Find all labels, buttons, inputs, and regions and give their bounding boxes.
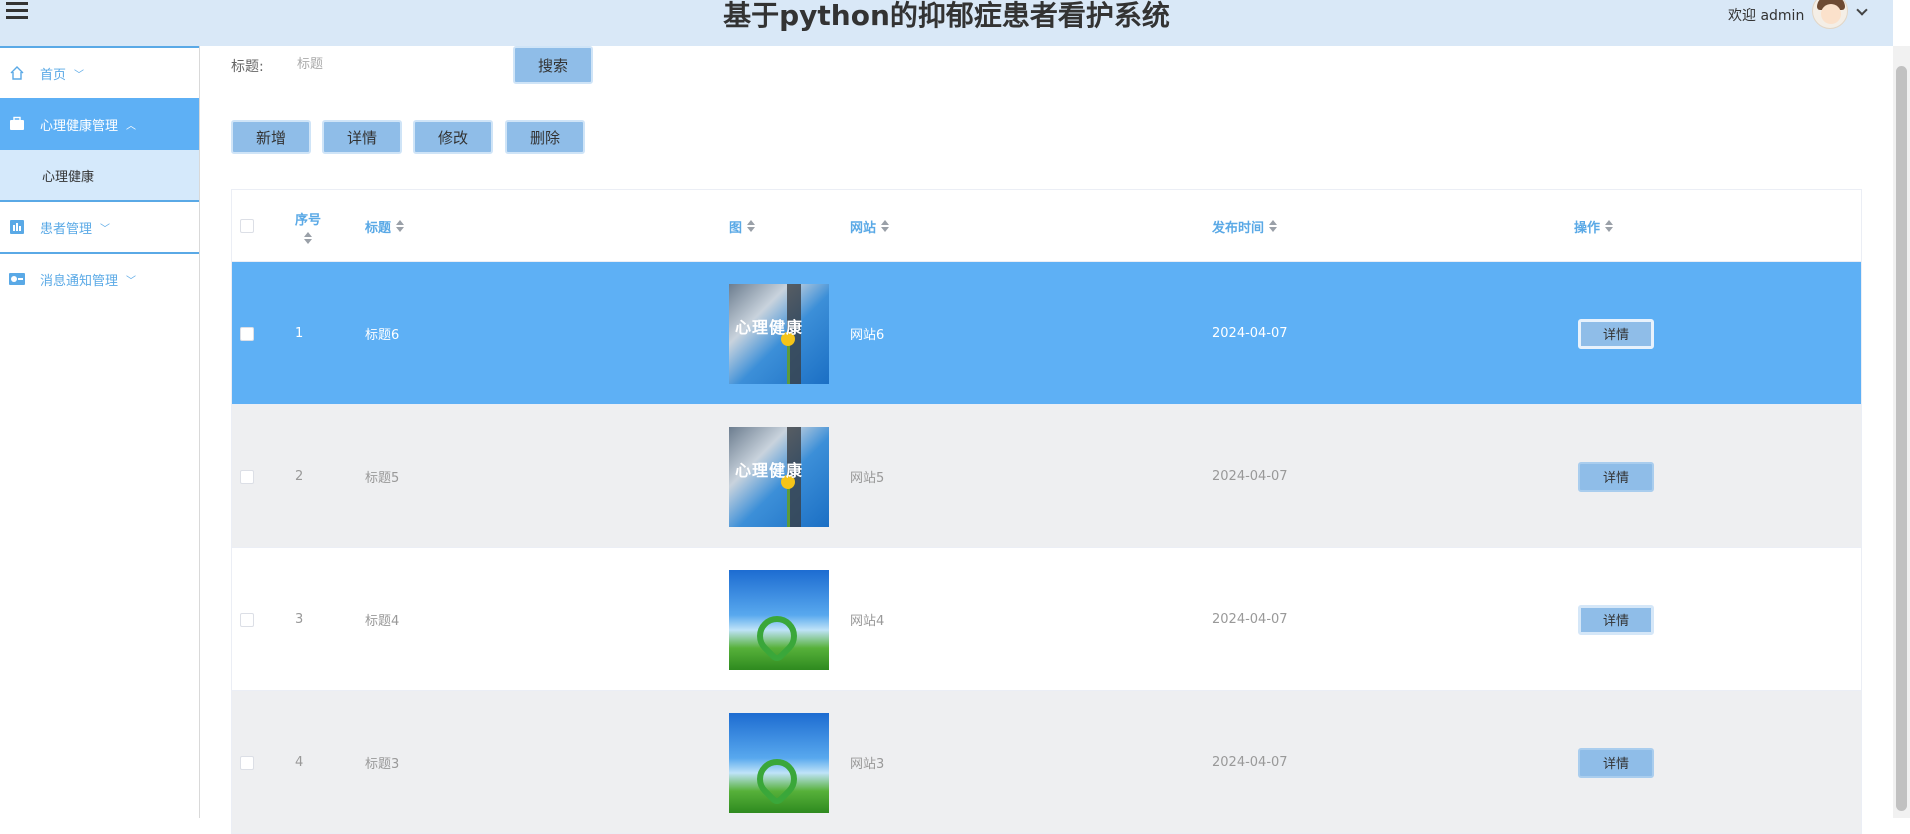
cell-website: 网站4 (850, 614, 885, 629)
cell-index: 4 (295, 755, 304, 770)
sort-icon[interactable] (747, 220, 756, 232)
sidebar-item-label: 患者管理 (40, 221, 93, 237)
column-header-action[interactable]: 操作 (1574, 190, 1614, 262)
sidebar-item-label: 消息通知管理 (40, 273, 119, 289)
sidebar-subitem-mental-health[interactable]: 心理健康 (0, 150, 199, 200)
thumbnail-image[interactable]: 心理健康 (729, 426, 829, 527)
cell-title: 标题6 (365, 328, 400, 343)
cell-index: 2 (295, 469, 304, 484)
top-header: 基于python的抑郁症患者看护系统 欢迎 admin (0, 0, 1893, 46)
cell-index: 3 (295, 612, 304, 627)
row-detail-button[interactable]: 详情 (1578, 604, 1654, 635)
cell-title: 标题4 (365, 614, 400, 629)
cell-website: 网站5 (850, 471, 885, 486)
row-detail-button[interactable]: 详情 (1578, 747, 1654, 778)
column-header-image[interactable]: 图 (729, 190, 756, 262)
select-all-checkbox[interactable] (240, 219, 254, 233)
user-menu[interactable]: 欢迎 admin (1728, 0, 1868, 30)
cell-publish-time: 2024-04-07 (1212, 755, 1288, 770)
table-row[interactable]: 4 标题3 网站3 2024-04-07 详情 (232, 691, 1861, 834)
row-detail-button[interactable]: 详情 (1578, 318, 1654, 349)
cell-title: 标题5 (365, 471, 400, 486)
table-row[interactable]: 3 标题4 网站4 2024-04-07 详情 (232, 548, 1861, 691)
cell-index: 1 (295, 326, 304, 341)
search-button[interactable]: 搜索 (513, 46, 593, 84)
chart-icon (8, 218, 26, 236)
row-checkbox[interactable] (240, 326, 254, 341)
sort-icon[interactable] (1269, 220, 1278, 232)
column-header-title[interactable]: 标题 (365, 190, 405, 262)
cell-title: 标题3 (365, 757, 400, 772)
chevron-down-icon[interactable] (1856, 4, 1868, 16)
delete-button[interactable]: 删除 (505, 120, 585, 154)
row-detail-button[interactable]: 详情 (1578, 461, 1654, 492)
row-checkbox[interactable] (240, 612, 254, 627)
thumbnail-image[interactable] (729, 712, 829, 813)
add-button[interactable]: 新增 (231, 120, 311, 154)
sidebar-item-patient-management[interactable]: 患者管理 ﹀ (0, 200, 199, 252)
app-title: 基于python的抑郁症患者看护系统 (723, 0, 1170, 32)
column-header-publish-time[interactable]: 发布时间 (1212, 190, 1278, 262)
sidebar-item-mental-health-management[interactable]: 心理健康管理 ︿ (0, 98, 199, 150)
sidebar-item-notification-management[interactable]: 消息通知管理 ﹀ (0, 252, 199, 304)
column-header-index[interactable]: 序号 (295, 190, 321, 262)
table-header: 序号 标题 图 网站 发布时间 操作 (232, 190, 1861, 262)
search-input[interactable] (289, 50, 489, 78)
sort-icon[interactable] (881, 220, 890, 232)
edit-button[interactable]: 修改 (413, 120, 493, 154)
row-checkbox[interactable] (240, 755, 254, 770)
cell-publish-time: 2024-04-07 (1212, 612, 1288, 627)
cell-website: 网站3 (850, 757, 885, 772)
sidebar: 首页 ﹀ 心理健康管理 ︿ 心理健康 患者管理 ﹀ 消息通知管理 ﹀ (0, 46, 200, 818)
cell-publish-time: 2024-04-07 (1212, 326, 1288, 341)
table-row[interactable]: 1 标题6 心理健康 网站6 2024-04-07 详情 (232, 262, 1861, 405)
sort-icon[interactable] (1605, 220, 1614, 232)
sidebar-item-home[interactable]: 首页 ﹀ (0, 46, 199, 98)
sidebar-item-label: 首页 (40, 67, 67, 83)
detail-button[interactable]: 详情 (322, 120, 402, 154)
search-label: 标题: (231, 59, 264, 75)
chevron-down-icon: ﹀ (100, 223, 111, 235)
cell-website: 网站6 (850, 328, 885, 343)
cell-publish-time: 2024-04-07 (1212, 469, 1288, 484)
sort-icon[interactable] (396, 220, 405, 232)
chevron-down-icon: ﹀ (74, 69, 85, 81)
column-header-website[interactable]: 网站 (850, 190, 890, 262)
main-content: 标题: 搜索 新增 详情 修改 删除 序号 标题 图 网站 发 (201, 46, 1893, 834)
table-row[interactable]: 2 标题5 心理健康 网站5 2024-04-07 详情 (232, 405, 1861, 548)
chevron-down-icon: ﹀ (126, 275, 137, 287)
sort-icon[interactable] (304, 231, 312, 244)
chevron-up-icon: ︿ (126, 120, 137, 132)
welcome-text: 欢迎 admin (1728, 8, 1805, 24)
row-checkbox[interactable] (240, 469, 254, 484)
scrollbar-thumb[interactable] (1896, 66, 1907, 811)
vertical-scrollbar[interactable] (1893, 46, 1910, 818)
briefcase-icon (8, 115, 26, 133)
toggle-icon (8, 270, 26, 288)
data-table: 序号 标题 图 网站 发布时间 操作 1 标题6 心理健康 网站6 2024-0… (231, 189, 1862, 834)
thumbnail-image[interactable] (729, 569, 829, 670)
thumbnail-image[interactable]: 心理健康 (729, 283, 829, 384)
home-icon (8, 64, 26, 82)
avatar[interactable] (1812, 0, 1849, 29)
sidebar-item-label: 心理健康管理 (40, 118, 119, 134)
